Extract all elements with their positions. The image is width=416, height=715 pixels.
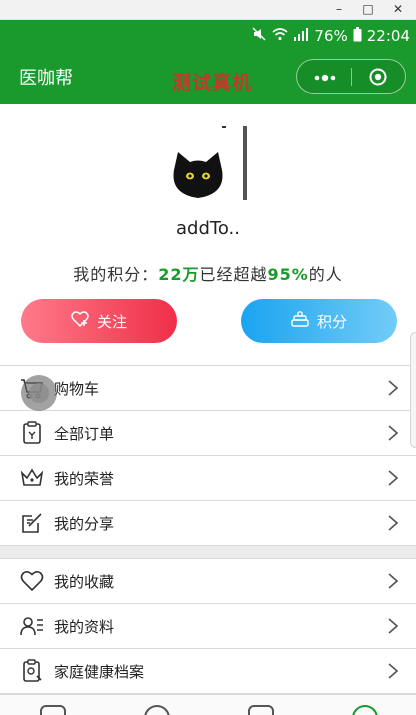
side-drawer-handle[interactable] — [410, 332, 416, 448]
points-label: 积分 — [316, 312, 347, 331]
menu-group-shopping: 购物车 全部订单 我的荣誉 我的分享 — [0, 365, 416, 546]
menu-label-favorites: 我的收藏 — [54, 573, 115, 591]
menu-item-honors[interactable]: 我的荣誉 — [0, 456, 416, 501]
points-summary: 我的积分：22万已经超越95%的人 — [0, 261, 416, 285]
wifi-icon — [272, 27, 288, 45]
follow-button[interactable]: 关注 — [21, 299, 177, 343]
menu-group-personal: 我的收藏 我的资料 家庭健康档案 — [0, 558, 416, 694]
chevron-right-icon — [388, 515, 399, 531]
share-icon — [20, 511, 44, 535]
heart-plus-icon — [71, 311, 89, 331]
points-value: 22万 — [158, 265, 200, 284]
bottom-tab-bar — [0, 694, 416, 715]
coins-icon — [291, 311, 309, 331]
menu-label-share: 我的分享 — [54, 515, 115, 533]
profile-section: addTo.. 我的积分：22万已经超越95%的人 关注 积分 — [0, 104, 416, 364]
menu-label-profile-info: 我的资料 — [54, 618, 115, 636]
health-record-icon — [20, 659, 44, 683]
heart-icon — [20, 569, 44, 593]
avatar[interactable] — [168, 126, 250, 204]
menu-label-orders: 全部订单 — [54, 425, 115, 443]
profile-card-icon — [20, 614, 44, 638]
page-title: 医咖帮 — [19, 68, 73, 89]
points-suffix: 的人 — [308, 265, 343, 284]
minimize-icon[interactable]: – — [324, 0, 354, 19]
chevron-right-icon — [388, 470, 399, 486]
nav-bar: 医咖帮 测试真机 — [0, 50, 416, 104]
chevron-right-icon — [388, 663, 399, 679]
menu-item-health-records[interactable]: 家庭健康档案 — [0, 649, 416, 694]
menu-label-honors: 我的荣誉 — [54, 470, 115, 488]
order-icon — [20, 421, 44, 445]
chevron-right-icon — [388, 380, 399, 396]
close-program-icon[interactable] — [369, 68, 387, 86]
follow-label: 关注 — [96, 312, 127, 331]
battery-percent: 76% — [314, 27, 348, 45]
section-divider — [0, 546, 416, 558]
points-percent: 95% — [267, 265, 309, 284]
points-button[interactable]: 积分 — [241, 299, 397, 343]
battery-icon — [353, 26, 362, 46]
test-device-label: 测试真机 — [172, 72, 253, 94]
menu-item-share[interactable]: 我的分享 — [0, 501, 416, 546]
capsule-divider — [351, 68, 352, 86]
close-icon[interactable]: ✕ — [383, 0, 413, 19]
signal-icon — [293, 27, 309, 45]
clock-time: 22:04 — [366, 27, 410, 45]
points-prefix: 我的积分： — [73, 265, 159, 284]
menu-item-profile-info[interactable]: 我的资料 — [0, 604, 416, 649]
mute-icon — [251, 26, 267, 46]
menu-label-health-records: 家庭健康档案 — [54, 663, 145, 681]
chevron-right-icon — [388, 573, 399, 589]
chevron-right-icon — [388, 425, 399, 441]
points-middle: 已经超越 — [199, 265, 268, 284]
mini-program-capsule — [296, 59, 406, 94]
username: addTo.. — [176, 218, 240, 239]
menu-item-orders[interactable]: 全部订单 — [0, 411, 416, 456]
menu-label-cart: 购物车 — [54, 380, 100, 398]
more-icon[interactable] — [311, 70, 339, 84]
floating-assistive-button[interactable] — [21, 375, 57, 411]
crown-icon — [20, 466, 44, 490]
window-title-bar: – □ ✕ — [0, 0, 416, 20]
chevron-right-icon — [388, 618, 399, 634]
menu-item-favorites[interactable]: 我的收藏 — [0, 559, 416, 604]
status-bar: 76% 22:04 — [0, 20, 416, 50]
maximize-icon[interactable]: □ — [353, 0, 383, 19]
menu-item-cart[interactable]: 购物车 — [0, 366, 416, 411]
